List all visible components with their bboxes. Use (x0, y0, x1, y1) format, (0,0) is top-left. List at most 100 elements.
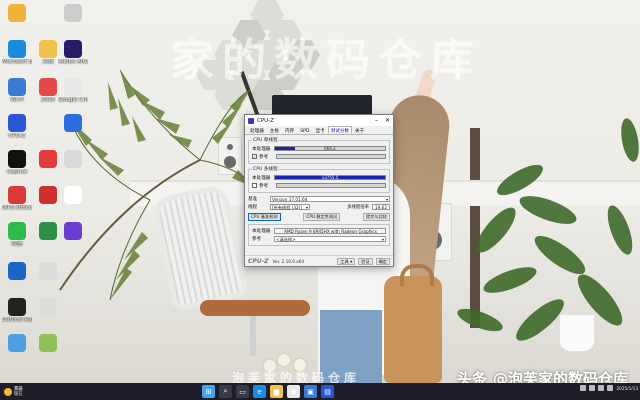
app-icon (64, 114, 82, 132)
wifi-icon[interactable] (588, 385, 595, 391)
desktop-icon[interactable] (58, 186, 88, 205)
desktop-icon[interactable]: Microsoft Edge (2, 40, 32, 65)
benchmark-select[interactable]: Version 17.01.64 ▾ (270, 195, 390, 202)
benchmark-label: 基准 (248, 196, 258, 202)
minimize-icon[interactable]: – (371, 115, 382, 126)
volume-icon[interactable] (597, 385, 604, 391)
ok-button[interactable]: 确定 (375, 257, 390, 265)
desktop-icon[interactable] (2, 262, 32, 281)
store-icon[interactable]: ▣ (304, 385, 317, 398)
cpuz-icon (8, 114, 26, 132)
cpuz-footer-logo: CPU-Z (248, 257, 269, 265)
submit-compare-button[interactable]: 提交与比较 (363, 213, 390, 221)
cpuz-icon[interactable]: ▤ (321, 385, 334, 398)
cpuz-tab[interactable]: 关于 (352, 127, 367, 134)
weather-sun-icon (4, 387, 12, 396)
desktop-icon[interactable] (58, 222, 88, 241)
cpuz-tab[interactable]: 处理器 (247, 127, 267, 134)
desktop-icon[interactable]: Adobe After Effects 2025 (58, 40, 88, 65)
single-this-bar: 666.2 (274, 146, 386, 151)
desktop-icon-label: Google Chrome (58, 97, 88, 103)
desktop-icon[interactable]: CapCut (2, 150, 32, 175)
chevron-down-icon: ▾ (381, 236, 384, 242)
desktop-icon-label: Wi-Fi (10, 97, 24, 103)
edge-icon[interactable]: e (253, 385, 266, 398)
watermark-top: 家的数码仓库 (170, 35, 482, 86)
cpuz-tab[interactable]: 显卡 (312, 127, 327, 134)
desktop-icon[interactable]: Wi-Fi (2, 78, 32, 103)
clock-date: 2025/1/13 (616, 385, 638, 391)
desktop-icon[interactable]: WPS Office (2, 186, 32, 211)
threads-select[interactable]: [所有线程 (32)] ▾ (270, 203, 310, 210)
document-icon (39, 298, 57, 316)
cpuz-tab[interactable]: 测试分数 (327, 126, 353, 134)
multi-ref-label: 参考 (259, 183, 269, 189)
desktop-icon[interactable] (58, 114, 88, 133)
ratio-value: 19.62 (372, 203, 390, 210)
desktop-icon[interactable] (58, 150, 88, 169)
weather-line2: 现在 (14, 391, 23, 397)
chevron-down-icon: ▾ (385, 196, 388, 202)
desktop-icon[interactable]: CPU-Z (2, 114, 32, 139)
desktop-icon[interactable]: Google Chrome (58, 78, 88, 103)
single-this-label: 本处理器 (252, 146, 271, 152)
this-cpu-field: AMD Ryzen 9 8945HX with Radeon Graphics (274, 227, 386, 234)
davinci-icon (8, 298, 26, 316)
threads-value: [所有线程 (32)] (272, 204, 302, 210)
task-view-icon[interactable]: ▭ (236, 385, 249, 398)
close-icon[interactable]: ✕ (382, 115, 393, 126)
single-thread-group: CPU 单线程 本处理器 666.2 ✓ 参考 (248, 137, 390, 164)
media-icon (39, 78, 57, 96)
desktop-icon-label: Adobe After Effects 2025 (58, 59, 88, 65)
this-cpu-value: AMD Ryzen 9 8945HX with Radeon Graphics (284, 228, 377, 234)
weather-widget[interactable]: 雾霾 现在 (4, 387, 44, 397)
tray-chevron-icon[interactable] (579, 385, 586, 391)
multi-ref-checkbox[interactable] (252, 183, 257, 188)
cpuz-tab[interactable]: 主板 (267, 127, 282, 134)
cpuz-tab[interactable]: SPD (297, 127, 312, 134)
reference-value: <请选择> (276, 236, 296, 242)
document-icon (64, 186, 82, 204)
desktop-icon[interactable] (2, 4, 32, 23)
edge-icon (8, 40, 26, 58)
multi-this-bar: 13755.5 (274, 175, 386, 180)
cpuz-version: Ver. 2.16.0.x64 (272, 258, 305, 264)
tools-button[interactable]: 工具 ▾ (337, 257, 356, 265)
multi-this-label: 本处理器 (252, 175, 271, 181)
single-ref-checkbox[interactable]: ✓ (252, 154, 257, 159)
taskbar-clock[interactable]: 2025/1/13 (617, 386, 638, 391)
desktop-icon[interactable]: 微信 (2, 222, 32, 247)
search-icon[interactable]: ⌕ (219, 385, 232, 398)
desktop-icon[interactable] (33, 298, 63, 317)
reference-select[interactable]: <请选择> ▾ (274, 235, 386, 242)
benchmark-value: Version 17.01.64 (272, 196, 308, 202)
validate-button[interactable]: 验证 (358, 257, 373, 265)
weather-line1: 雾霾 (14, 386, 23, 392)
reference-label: 参考 (252, 236, 262, 242)
battery-icon[interactable] (606, 385, 613, 391)
single-ref-bar (276, 154, 386, 159)
taskbar: 雾霾 现在 ⊞ ⌕ ▭ e ▆ ◉ ▣ ▤ 2025/1/13 (0, 383, 640, 400)
desktop-icon[interactable] (58, 4, 88, 23)
capcut-icon (8, 150, 26, 168)
cpu-bench-button[interactable]: CPU 基准检测 (248, 213, 281, 221)
desktop-icon[interactable]: DaVinci Resolve (2, 298, 32, 323)
after-effects-icon (64, 40, 82, 58)
desktop-icon[interactable] (2, 334, 32, 353)
app-icon (8, 262, 26, 280)
app-icon (39, 334, 57, 352)
desktop-icon[interactable] (33, 334, 63, 353)
cpuz-app-icon (248, 117, 254, 124)
taskbar-apps: ⊞ ⌕ ▭ e ▆ ◉ ▣ ▤ (200, 384, 336, 399)
wps-icon (8, 186, 26, 204)
file-icon (8, 4, 26, 22)
desktop-icon[interactable] (33, 262, 63, 281)
cpuz-window[interactable]: CPU-Z – ✕ 处理器 主板 内存 SPD 显卡 测试分数 关于 CPU 单线程 本处理… (244, 114, 394, 267)
cpu-stress-button[interactable]: CPU 稳定性测试 (303, 213, 341, 221)
cpuz-tab[interactable]: 内存 (282, 127, 297, 134)
explorer-icon[interactable]: ▆ (270, 385, 283, 398)
windows-start-icon[interactable]: ⊞ (202, 385, 215, 398)
app-icon (39, 150, 57, 168)
cpuz-titlebar[interactable]: CPU-Z – ✕ (245, 115, 393, 126)
chrome-icon[interactable]: ◉ (287, 385, 300, 398)
